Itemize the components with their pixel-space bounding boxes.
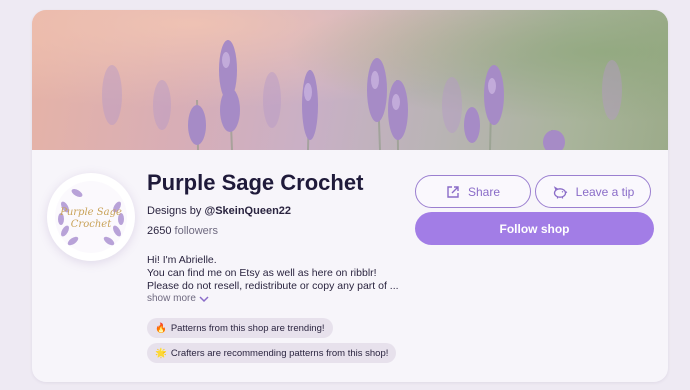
badge-text: Patterns from this shop are trending! — [170, 322, 325, 334]
fire-icon: 🔥 — [155, 322, 167, 334]
tip-label: Leave a tip — [575, 184, 635, 199]
shop-avatar[interactable]: Purple Sage Crochet — [47, 173, 135, 261]
designer-prefix: Designs by — [147, 205, 205, 217]
shop-banner-image — [32, 10, 668, 150]
show-more-toggle[interactable]: show more — [147, 293, 209, 304]
leave-tip-button[interactable]: Leave a tip — [535, 175, 651, 208]
lavender-wreath-icon: Purple Sage Crochet — [55, 181, 127, 253]
designer-handle-link[interactable]: @SkeinQueen22 — [204, 205, 291, 217]
badge-text: Crafters are recommending patterns from … — [170, 347, 389, 359]
share-button[interactable]: Share — [415, 175, 531, 208]
svg-text:Purple Sage: Purple Sage — [59, 207, 122, 218]
svg-text:Crochet: Crochet — [71, 219, 112, 230]
followers-stat: 2650 followers — [147, 225, 218, 237]
followers-count: 2650 — [147, 225, 172, 237]
trending-badge: 🔥 Patterns from this shop are trending! — [147, 318, 333, 338]
share-label: Share — [467, 184, 501, 199]
bio-line: Please do not resell, redistribute or co… — [147, 280, 399, 292]
shop-bio: Hi! I'm Abrielle. You can find me on Ets… — [147, 254, 412, 293]
piggy-bank-icon — [552, 185, 568, 199]
bio-line: You can find me on Etsy as well as here … — [147, 267, 377, 279]
follow-label: Follow shop — [499, 221, 570, 236]
show-more-label: show more — [147, 293, 196, 304]
chevron-down-icon — [199, 295, 209, 303]
follow-shop-button[interactable]: Follow shop — [415, 212, 654, 245]
star-icon: 🌟 — [155, 347, 167, 359]
recommended-badge: 🌟 Crafters are recommending patterns fro… — [147, 343, 397, 363]
designer-line: Designs by @SkeinQueen22 — [147, 205, 291, 217]
share-out-icon — [446, 185, 460, 199]
lavender-field-illustration — [32, 10, 668, 150]
shop-title: Purple Sage Crochet — [147, 170, 364, 195]
shop-profile-card: Purple Sage Crochet Purple Sage Crochet … — [32, 10, 668, 382]
bio-line: Hi! I'm Abrielle. — [147, 254, 217, 266]
followers-label: followers — [174, 225, 218, 237]
